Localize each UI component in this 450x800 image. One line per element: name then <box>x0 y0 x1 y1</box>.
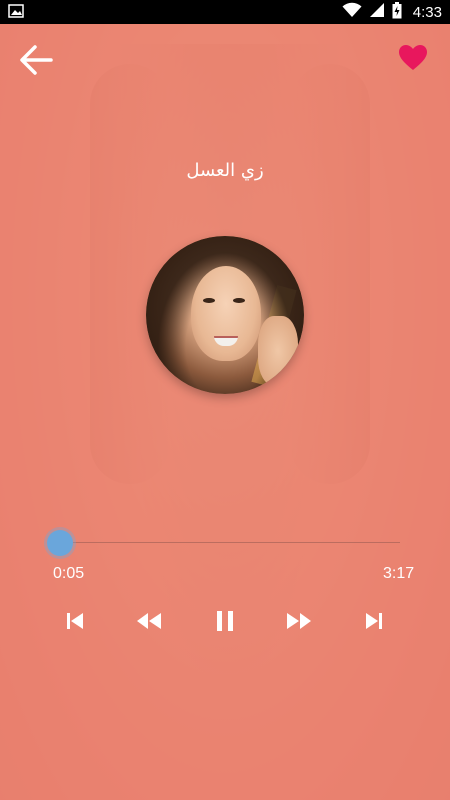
signal-icon <box>369 2 385 22</box>
pause-button[interactable] <box>207 603 243 639</box>
total-time: 3:17 <box>383 565 415 582</box>
skip-next-icon <box>366 613 382 629</box>
seek-bar[interactable] <box>59 541 400 544</box>
favorite-button[interactable] <box>396 40 430 74</box>
arrow-left-icon <box>20 45 53 75</box>
status-bar: 4:33 <box>0 0 450 24</box>
previous-button[interactable] <box>57 603 93 639</box>
rewind-button[interactable] <box>131 603 167 639</box>
next-button[interactable] <box>356 603 392 639</box>
image-icon <box>8 3 24 22</box>
rewind-icon <box>137 613 161 629</box>
back-button[interactable] <box>18 42 54 78</box>
battery-charging-icon <box>392 1 402 23</box>
album-art <box>146 236 304 394</box>
fast-forward-icon <box>287 613 311 629</box>
skip-previous-icon <box>67 613 83 629</box>
background-image <box>0 24 450 800</box>
color-overlay <box>0 24 450 800</box>
song-title: زي العسل <box>186 160 264 181</box>
fast-forward-button[interactable] <box>281 603 317 639</box>
playback-controls <box>0 603 450 639</box>
elapsed-time: 0:05 <box>53 565 85 582</box>
heart-icon <box>399 44 427 70</box>
seek-thumb[interactable] <box>47 530 73 556</box>
pause-icon <box>217 611 233 631</box>
wifi-icon <box>342 2 362 22</box>
status-time: 4:33 <box>412 3 442 21</box>
